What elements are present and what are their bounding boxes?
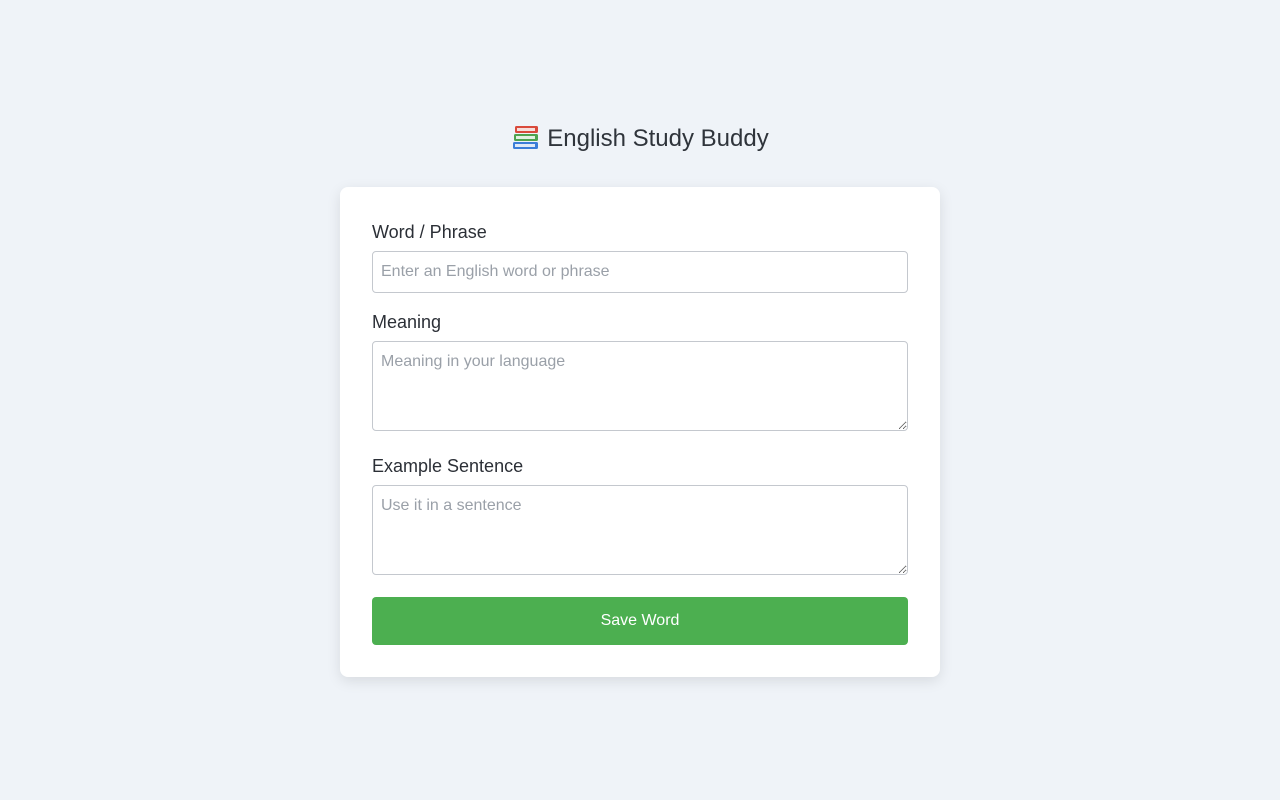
- page-title: English Study Buddy: [0, 121, 1280, 157]
- page-title-text: English Study Buddy: [547, 125, 769, 152]
- word-label: Word / Phrase: [372, 222, 487, 242]
- example-sentence-textarea[interactable]: [372, 485, 908, 575]
- meaning-textarea[interactable]: [372, 341, 908, 431]
- books-icon: [511, 123, 541, 151]
- save-word-button[interactable]: Save Word: [372, 597, 908, 645]
- word-input[interactable]: [372, 251, 908, 293]
- meaning-label: Meaning: [372, 312, 442, 332]
- example-label: Example Sentence: [372, 456, 524, 476]
- add-word-card: Word / Phrase Meaning Example Sentence S…: [340, 187, 940, 677]
